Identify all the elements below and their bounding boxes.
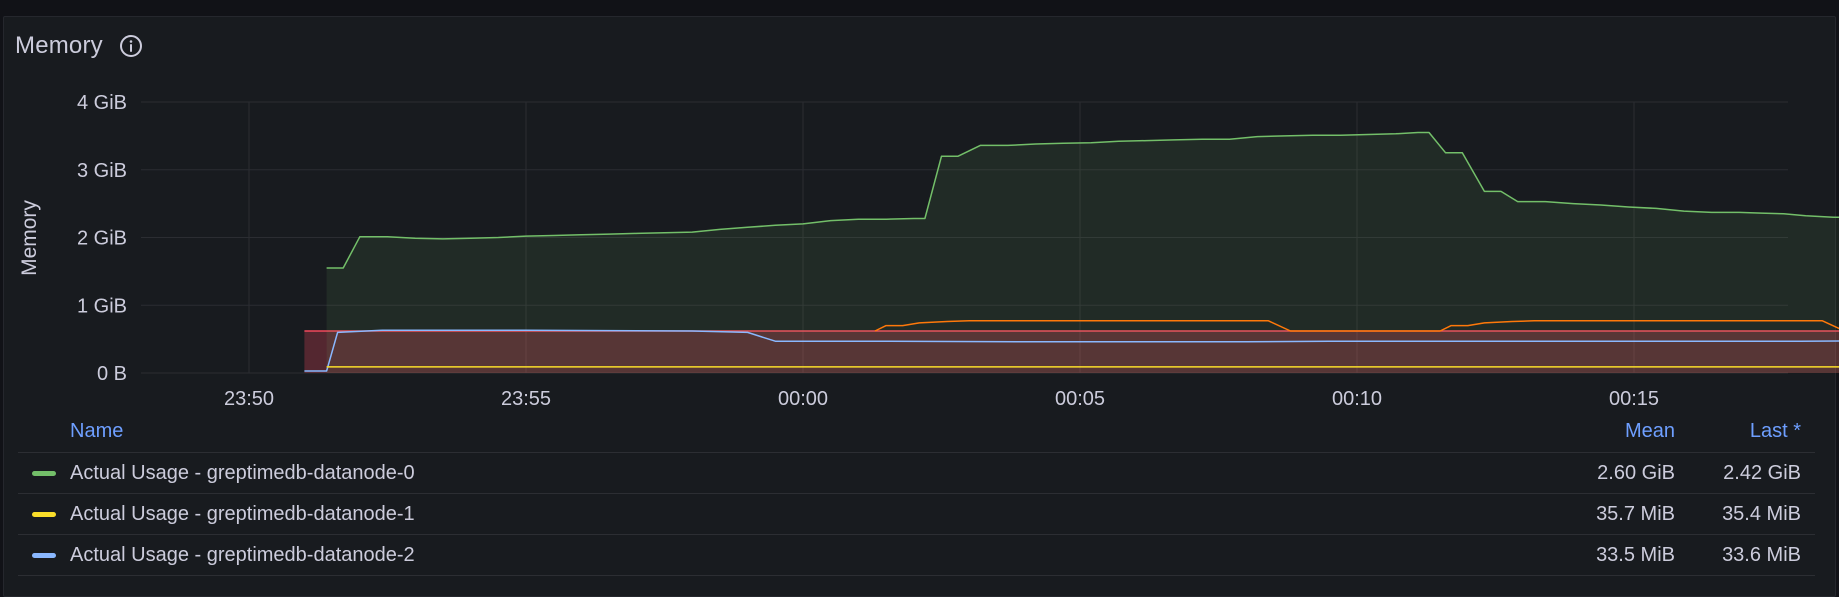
legend-series-mean: 33.5 MiB bbox=[1596, 544, 1675, 566]
y-tick-label: 0 B bbox=[97, 363, 127, 385]
y-axis-label: Memory bbox=[18, 200, 41, 276]
legend-series-name: Actual Usage - greptimedb-datanode-2 bbox=[70, 544, 415, 566]
series-color-swatch bbox=[32, 471, 56, 476]
x-tick-label: 00:15 bbox=[1609, 388, 1659, 410]
memory-chart[interactable]: 0 B 1 GiB 2 GiB 3 GiB 4 GiB 23:50 23:55 00:00 0… bbox=[0, 0, 1839, 410]
legend-series-name: Actual Usage - greptimedb-datanode-1 bbox=[70, 503, 415, 525]
x-tick-label: 00:10 bbox=[1332, 388, 1382, 410]
y-tick-label: 2 GiB bbox=[77, 228, 127, 250]
series-color-swatch bbox=[32, 553, 56, 558]
legend-table: Name Mean Last * Actual Usage - greptime… bbox=[18, 412, 1815, 576]
legend-series-last: 33.6 MiB bbox=[1722, 544, 1801, 566]
x-axis: 23:50 23:55 00:00 00:05 00:10 00:15 bbox=[224, 388, 1659, 410]
legend-series-last: 2.42 GiB bbox=[1723, 462, 1801, 484]
x-tick-label: 23:50 bbox=[224, 388, 274, 410]
legend-header-mean[interactable]: Mean bbox=[1625, 420, 1675, 443]
legend-row[interactable]: Actual Usage - greptimedb-datanode-0 2.6… bbox=[18, 453, 1815, 494]
y-tick-label: 1 GiB bbox=[77, 295, 127, 317]
legend-header: Name Mean Last * bbox=[18, 412, 1815, 453]
x-tick-label: 23:55 bbox=[501, 388, 551, 410]
chart-series bbox=[304, 131, 1839, 373]
x-tick-label: 00:05 bbox=[1055, 388, 1105, 410]
legend-header-name[interactable]: Name bbox=[70, 420, 123, 443]
legend-header-last[interactable]: Last * bbox=[1750, 420, 1801, 443]
legend-series-name: Actual Usage - greptimedb-datanode-0 bbox=[70, 462, 415, 484]
y-axis: 0 B 1 GiB 2 GiB 3 GiB 4 GiB bbox=[77, 92, 127, 385]
legend-series-last: 35.4 MiB bbox=[1722, 503, 1801, 525]
y-tick-label: 3 GiB bbox=[77, 160, 127, 182]
legend-series-mean: 2.60 GiB bbox=[1597, 462, 1675, 484]
legend-row[interactable]: Actual Usage - greptimedb-datanode-1 35.… bbox=[18, 494, 1815, 535]
series-color-swatch bbox=[32, 512, 56, 517]
x-tick-label: 00:00 bbox=[778, 388, 828, 410]
series-area-fill bbox=[326, 132, 1839, 373]
legend-row[interactable]: Actual Usage - greptimedb-datanode-2 33.… bbox=[18, 535, 1815, 576]
legend-series-mean: 35.7 MiB bbox=[1596, 503, 1675, 525]
y-tick-label: 4 GiB bbox=[77, 92, 127, 114]
